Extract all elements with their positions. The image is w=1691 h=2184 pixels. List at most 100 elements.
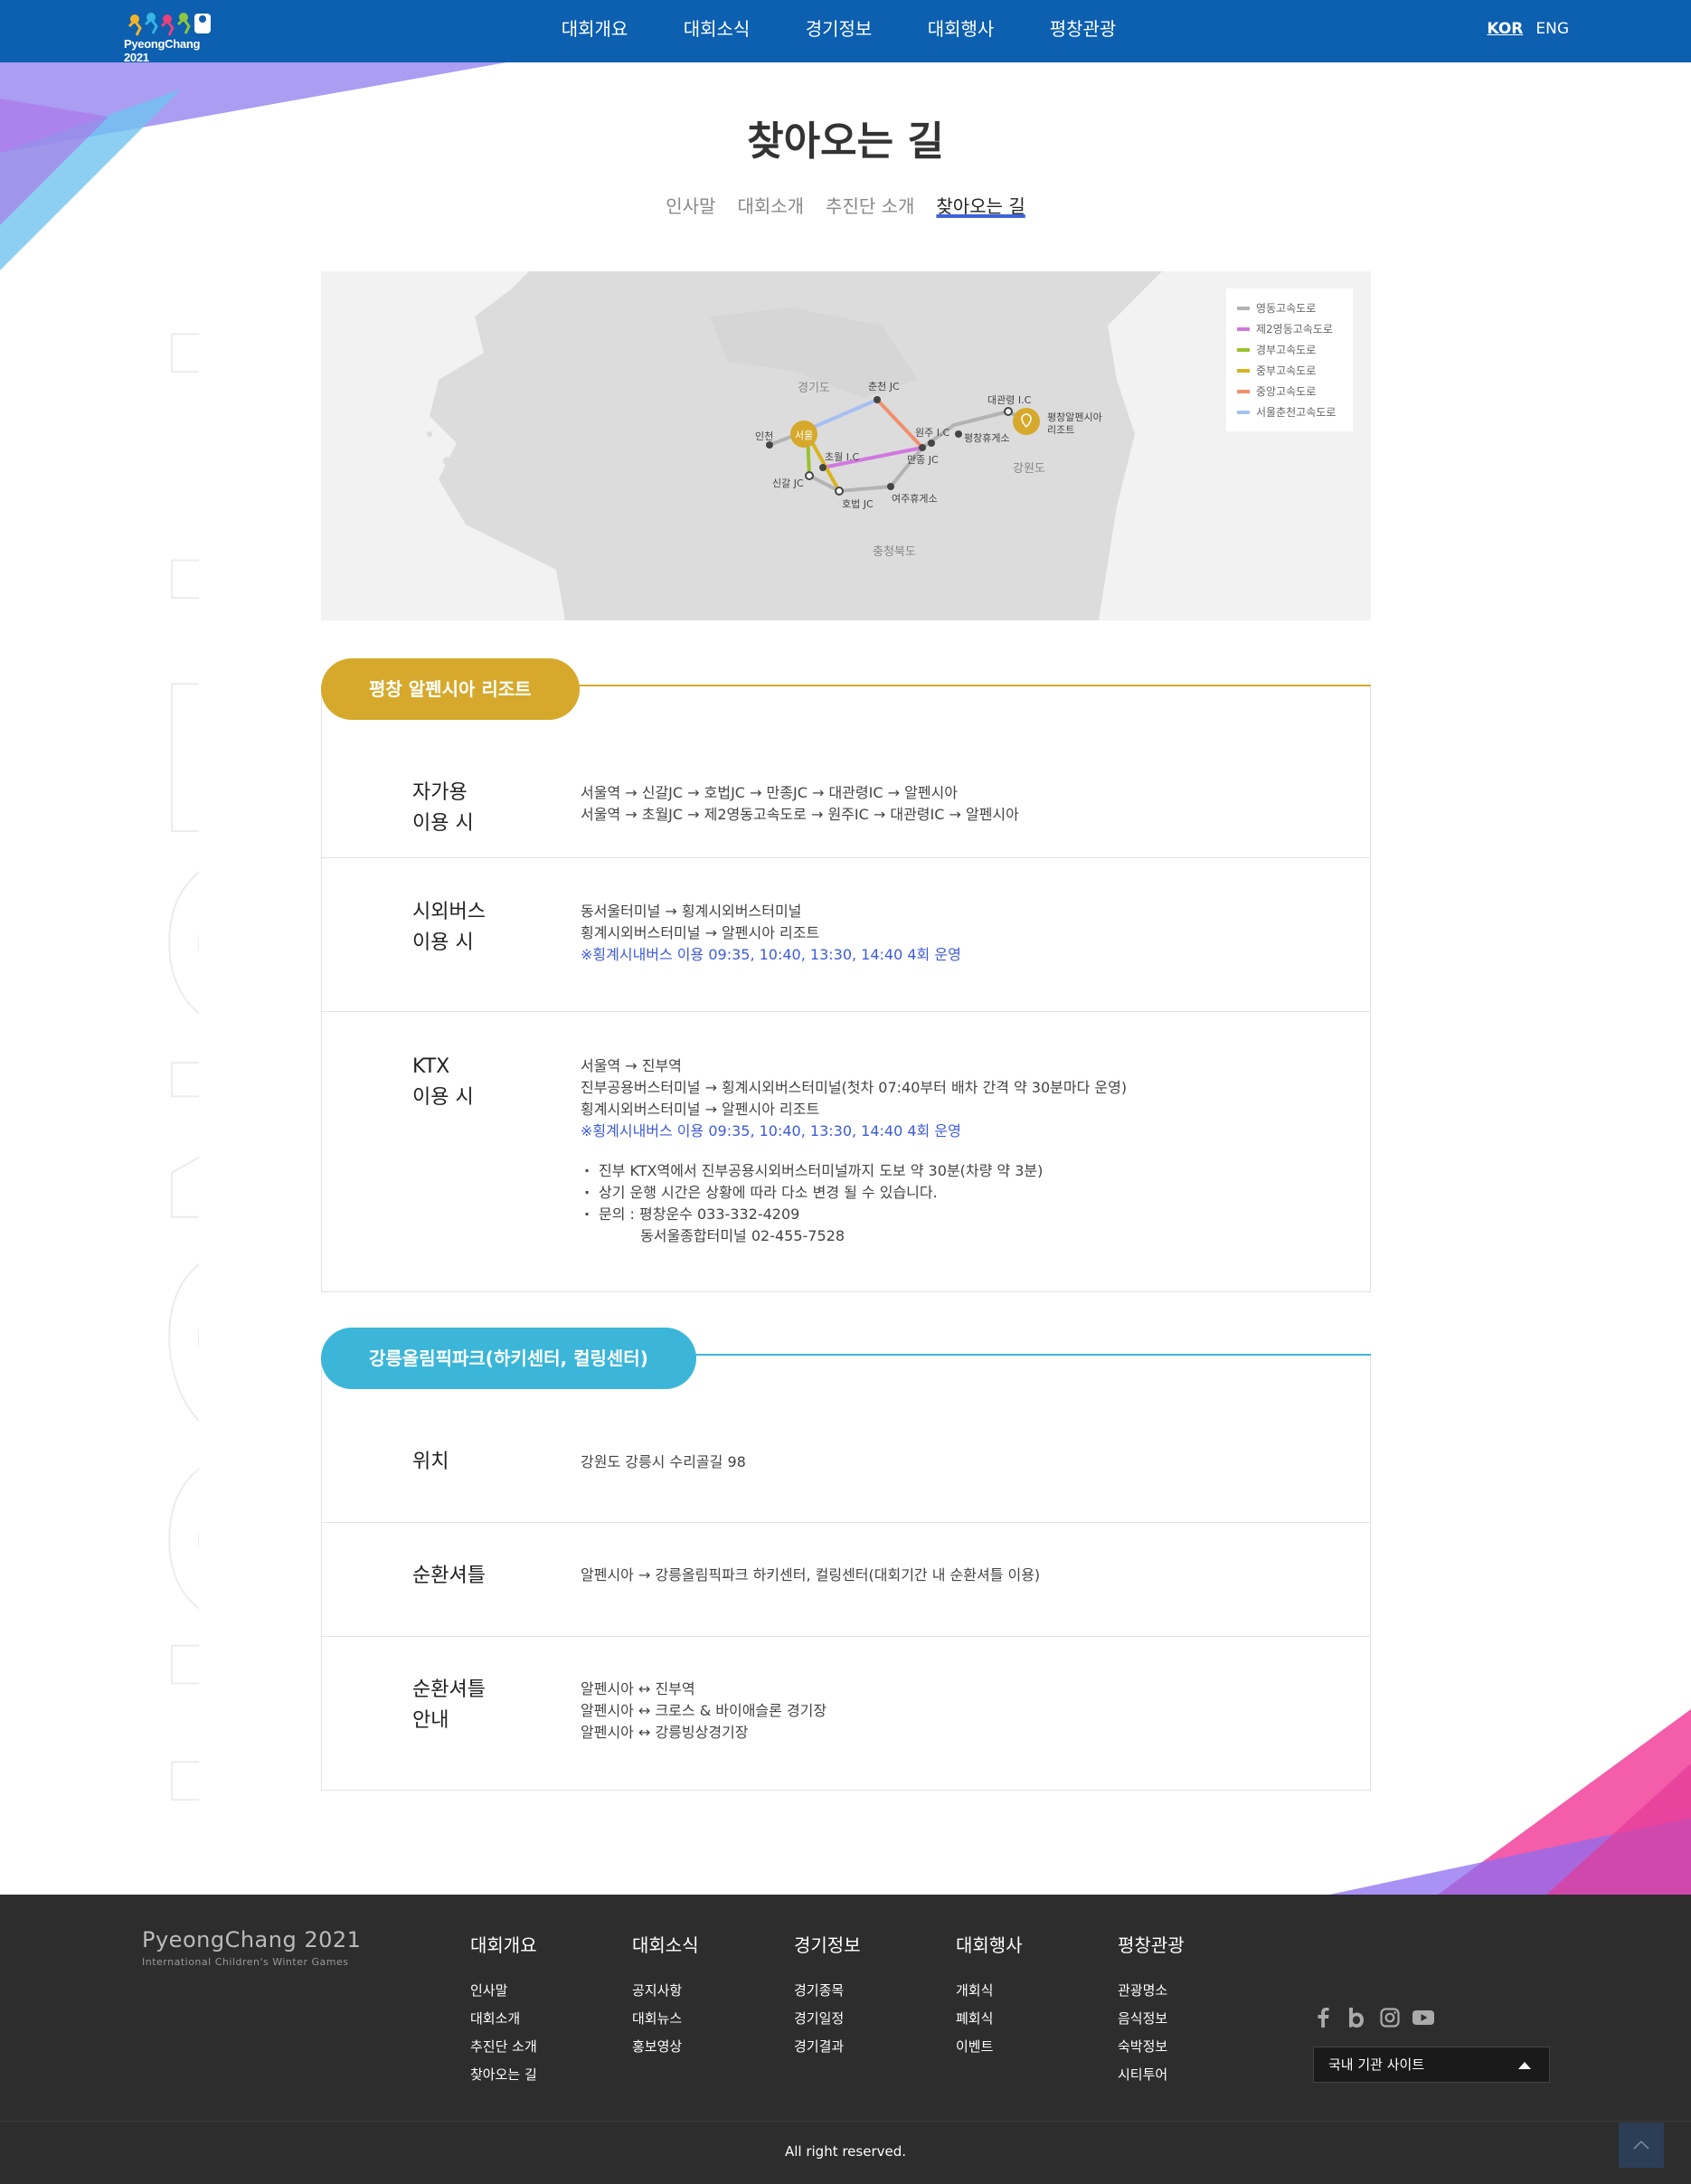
route-note: ※횡계시내버스 이용 09:35, 10:40, 13:30, 14:40 4회… — [581, 1122, 961, 1139]
footer-link[interactable]: 이벤트 — [956, 2033, 1110, 2061]
nav-tourism[interactable]: 평창관광 — [1022, 0, 1144, 62]
pyeongchang-rest-area-label: 평창휴게소 — [964, 432, 1010, 444]
nav-news[interactable]: 대회소식 — [656, 0, 778, 62]
legend-item: 제2영동고속도로 — [1237, 318, 1342, 339]
footer-menu-game-info: 경기정보 경기종목 경기일정 경기결과 — [794, 1931, 948, 2061]
caret-up-icon — [1518, 2062, 1531, 2069]
region-gangwon-label: 강원도 — [1013, 462, 1045, 476]
facebook-icon[interactable] — [1311, 2006, 1334, 2028]
chuncheon-jc-label: 춘천 JC — [868, 380, 900, 392]
resort-marker — [1013, 408, 1040, 435]
wonju-ic-label: 원주 I.C — [915, 427, 949, 439]
footer-link[interactable]: 찾아오는 길 — [470, 2061, 624, 2089]
language-switch: KOR ENG — [1487, 20, 1569, 38]
route-line: 알펜시아 ↔ 크로스 & 바이애슬론 경기장 — [581, 1702, 827, 1719]
footer-brand-title: PyeongChang 2021 — [142, 1927, 362, 1952]
page-title: 찾아오는 길 — [747, 118, 944, 165]
footer-menu-title[interactable]: 평창관광 — [1118, 1931, 1271, 1957]
footer-link[interactable]: 개회식 — [956, 1977, 1110, 2005]
subnav-directions[interactable]: 찾아오는 길 — [936, 192, 1025, 218]
footer-menu-title[interactable]: 대회행사 — [956, 1931, 1110, 1957]
footer-link[interactable]: 관광명소 — [1118, 1977, 1271, 2005]
lang-kor-link[interactable]: KOR — [1487, 20, 1523, 38]
affiliated-sites-dropdown[interactable]: 국내 기관 사이트 — [1313, 2047, 1550, 2083]
directions-map: 경기도 강원도 충청북도 서울 평창알펜시아 리조트 인천 춘천 JC 대관령 … — [321, 271, 1371, 620]
info-bullet: 문의 : 평창운수 033-332-4209 — [581, 1204, 1370, 1225]
footer-menu-title[interactable]: 대회소식 — [632, 1931, 786, 1957]
info-row-shuttle: 순환셔틀 알펜시아 → 강릉올림픽파크 하키센터, 컬링센터(대회기간 내 순환… — [322, 1522, 1370, 1636]
singal-jc-label: 신갈 JC — [772, 477, 804, 489]
yeoju-rest-area-label: 여주휴게소 — [892, 493, 938, 505]
route-line: 횡계시외버스터미널 → 알펜시아 리조트 — [581, 1101, 820, 1118]
footer-menu-title[interactable]: 대회개요 — [470, 1931, 624, 1957]
copyright-text: All right reserved. — [784, 2143, 907, 2160]
top-navigation-bar: PyeongChang 2021 대회개요 대회소식 경기정보 대회행사 평창관… — [0, 0, 1691, 64]
subnav-organizer[interactable]: 추진단 소개 — [826, 192, 914, 218]
section-gangneung-olympic-park: 강릉올림픽파크(하키센터, 컬링센터) 위치 강원도 강릉시 수리골길 98 순… — [321, 1328, 1371, 1791]
footer-link[interactable]: 경기일정 — [794, 2005, 948, 2033]
youtube-icon[interactable] — [1412, 2006, 1434, 2028]
section-title-gangneung: 강릉올림픽파크(하키센터, 컬링센터) — [321, 1328, 696, 1389]
decorative-triangles-top-left — [0, 62, 506, 270]
footer-link[interactable]: 대회소개 — [470, 2005, 624, 2033]
sub-navigation: 인사말 대회소개 추진단 소개 찾아오는 길 — [0, 192, 1691, 218]
decorative-triangles-bottom-right — [1329, 1709, 1691, 1895]
footer-link[interactable]: 추진단 소개 — [470, 2033, 624, 2061]
legend-item: 중앙고속도로 — [1237, 381, 1342, 402]
legend-item: 영동고속도로 — [1237, 298, 1342, 318]
footer-link[interactable]: 숙박정보 — [1118, 2033, 1271, 2061]
footer-link[interactable]: 경기결과 — [794, 2033, 948, 2061]
footer-menu-overview: 대회개요 인사말 대회소개 추진단 소개 찾아오는 길 — [470, 1931, 624, 2089]
subnav-intro[interactable]: 대회소개 — [737, 192, 804, 218]
info-bullet-contact: 동서울종합터미널 02-455-7528 — [640, 1227, 846, 1244]
route-line: 진부공용버스터미널 → 횡계시외버스터미널(첫차 07:40부터 배차 간격 약… — [581, 1079, 1128, 1096]
footer-link[interactable]: 경기종목 — [794, 1977, 948, 2005]
manjong-jc-label: 만종 JC — [907, 454, 939, 466]
watermark-text: PYEONGCH — [116, 317, 199, 1818]
nav-events[interactable]: 대회행사 — [900, 0, 1022, 62]
route-line: 서울역 → 진부역 — [581, 1057, 682, 1074]
chowol-ic-label: 초월 I.C — [825, 451, 859, 463]
footer-brand: PyeongChang 2021 International Children'… — [142, 1927, 361, 1968]
footer-link[interactable]: 음식정보 — [1118, 2005, 1271, 2033]
nav-game-info[interactable]: 경기정보 — [778, 0, 900, 62]
route-row-ktx: KTX 이용 시 서울역 → 진부역 진부공용버스터미널 → 횡계시외버스터미널… — [322, 1011, 1370, 1291]
lang-eng-link[interactable]: ENG — [1535, 20, 1569, 38]
footer-link[interactable]: 시티투어 — [1118, 2061, 1271, 2089]
subnav-greeting[interactable]: 인사말 — [666, 192, 715, 218]
footer-menu-title[interactable]: 경기정보 — [794, 1931, 948, 1957]
legend-item: 경부고속도로 — [1237, 339, 1342, 360]
row-label-bus: 시외버스 이용 시 — [412, 901, 486, 954]
instagram-icon[interactable] — [1378, 2006, 1401, 2028]
social-links — [1311, 2006, 1434, 2028]
blog-icon[interactable] — [1345, 2006, 1367, 2028]
scroll-to-top-button[interactable] — [1619, 2123, 1664, 2168]
row-label-ktx: KTX 이용 시 — [412, 1055, 474, 1109]
footer-link[interactable]: 폐회식 — [956, 2005, 1110, 2033]
section-alpensia-resort: 평창 알펜시아 리조트 자가용 이용 시 서울역 → 신갈JC → 호법JC →… — [321, 658, 1371, 1292]
footer-link[interactable]: 인사말 — [470, 1977, 624, 2005]
seoul-label: 서울 — [795, 430, 813, 441]
map-legend: 영동고속도로 제2영동고속도로 경부고속도로 중부고속도로 중앙고속도로 서울춘… — [1226, 288, 1353, 431]
main-menu: 대회개요 대회소식 경기정보 대회행사 평창관광 — [534, 0, 1144, 62]
info-bullet: 진부 KTX역에서 진부공용시외버스터미널까지 도보 약 30분(차량 약 3분… — [581, 1160, 1370, 1182]
address-text: 강원도 강릉시 수리골길 98 — [581, 1453, 746, 1470]
footer-link[interactable]: 공지사항 — [632, 1977, 786, 2005]
row-label-shuttle-guide: 순환셔틀 안내 — [412, 1678, 486, 1732]
route-line: 횡계시외버스터미널 → 알펜시아 리조트 — [581, 924, 820, 941]
footer-divider — [0, 2121, 1691, 2122]
site-logo[interactable]: PyeongChang 2021 — [124, 8, 216, 64]
footer-link[interactable]: 홍보영상 — [632, 2033, 786, 2061]
footer-link[interactable]: 대회뉴스 — [632, 2005, 786, 2033]
daegwallyeong-ic-label: 대관령 I.C — [987, 394, 1032, 406]
nav-overview[interactable]: 대회개요 — [534, 0, 656, 62]
footer-menu-news: 대회소식 공지사항 대회뉴스 홍보영상 — [632, 1931, 786, 2061]
incheon-label: 인천 — [755, 430, 773, 442]
route-line: 알펜시아 ↔ 진부역 — [581, 1680, 695, 1697]
footer-brand-subtitle: International Children's Winter Games — [142, 1956, 349, 1968]
route-line: 알펜시아 → 강릉올림픽파크 하키센터, 컬링센터(대회기간 내 순환셔틀 이용… — [581, 1566, 1041, 1584]
row-label-shuttle: 순환셔틀 — [412, 1565, 486, 1587]
info-row-shuttle-guide: 순환셔틀 안내 알펜시아 ↔ 진부역 알펜시아 ↔ 크로스 & 바이애슬론 경기… — [322, 1636, 1370, 1790]
route-note: ※횡계시내버스 이용 09:35, 10:40, 13:30, 14:40 4회… — [581, 946, 961, 963]
road-map-graphic: 경기도 강원도 충청북도 서울 평창알펜시아 리조트 인천 춘천 JC 대관령 … — [427, 271, 1162, 620]
